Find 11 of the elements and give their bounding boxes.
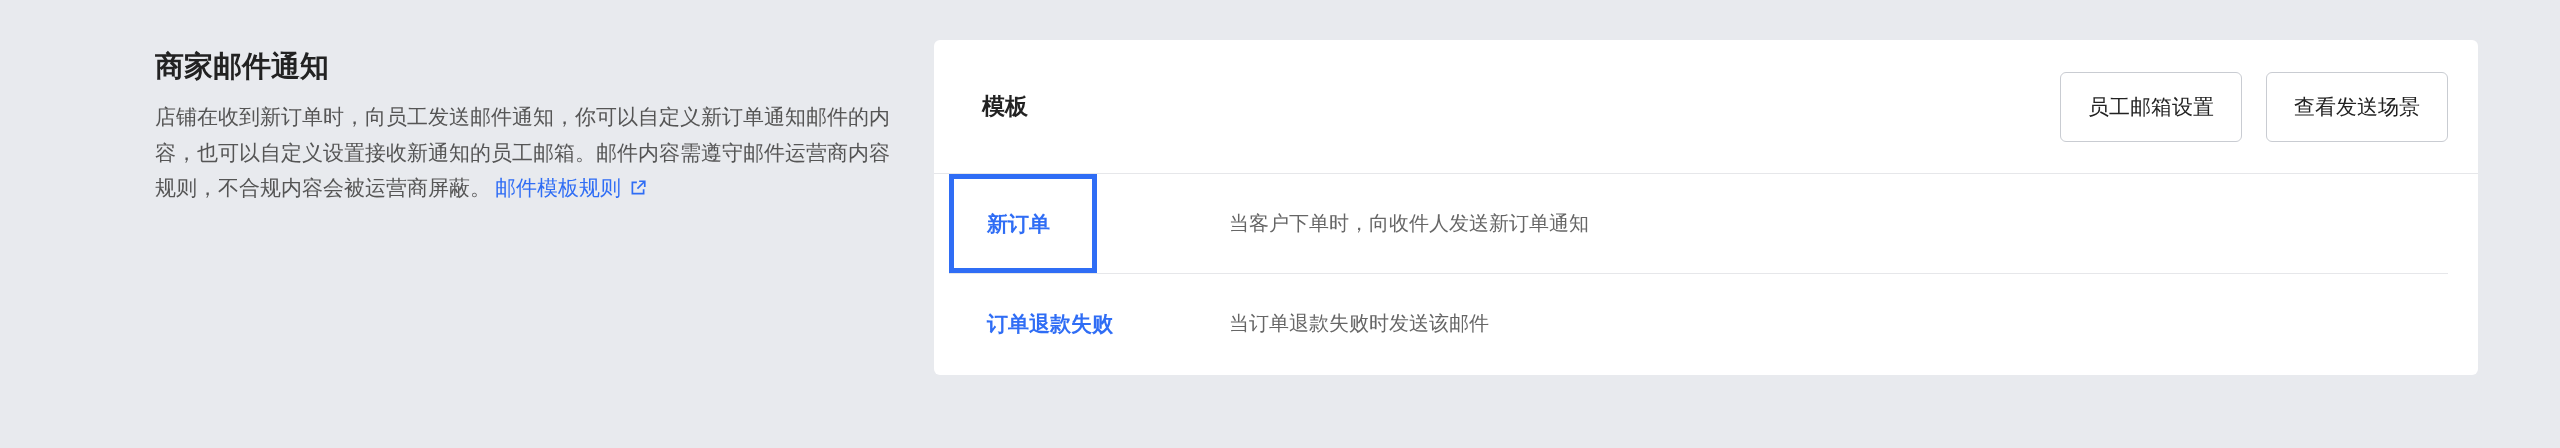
- template-description: 当客户下单时，向收件人发送新订单通知: [1229, 211, 1589, 236]
- template-rules-link[interactable]: 邮件模板规则: [495, 176, 647, 199]
- section-title: 商家邮件通知: [155, 49, 330, 84]
- card-button[interactable]: 查看发送场景: [2266, 71, 2448, 142]
- card-button[interactable]: 员工邮箱设置: [2060, 71, 2242, 142]
- external-link-icon: [629, 179, 647, 197]
- card-title: 模板: [982, 92, 1028, 121]
- template-description: 当订单退款失败时发送该邮件: [1229, 311, 1489, 336]
- section-description: 店铺在收到新订单时，向员工发送邮件通知，你可以自定义新订单通知邮件的内容，也可以自定义设置接收新通知的员工邮箱。邮件内容需遵守邮件运营商内容规则，不合规内容会被运营商屏蔽。 邮件模板规则: [155, 104, 890, 201]
- template-link[interactable]: 订单退款失败: [949, 274, 1229, 373]
- template-link[interactable]: 新订单: [949, 174, 1097, 273]
